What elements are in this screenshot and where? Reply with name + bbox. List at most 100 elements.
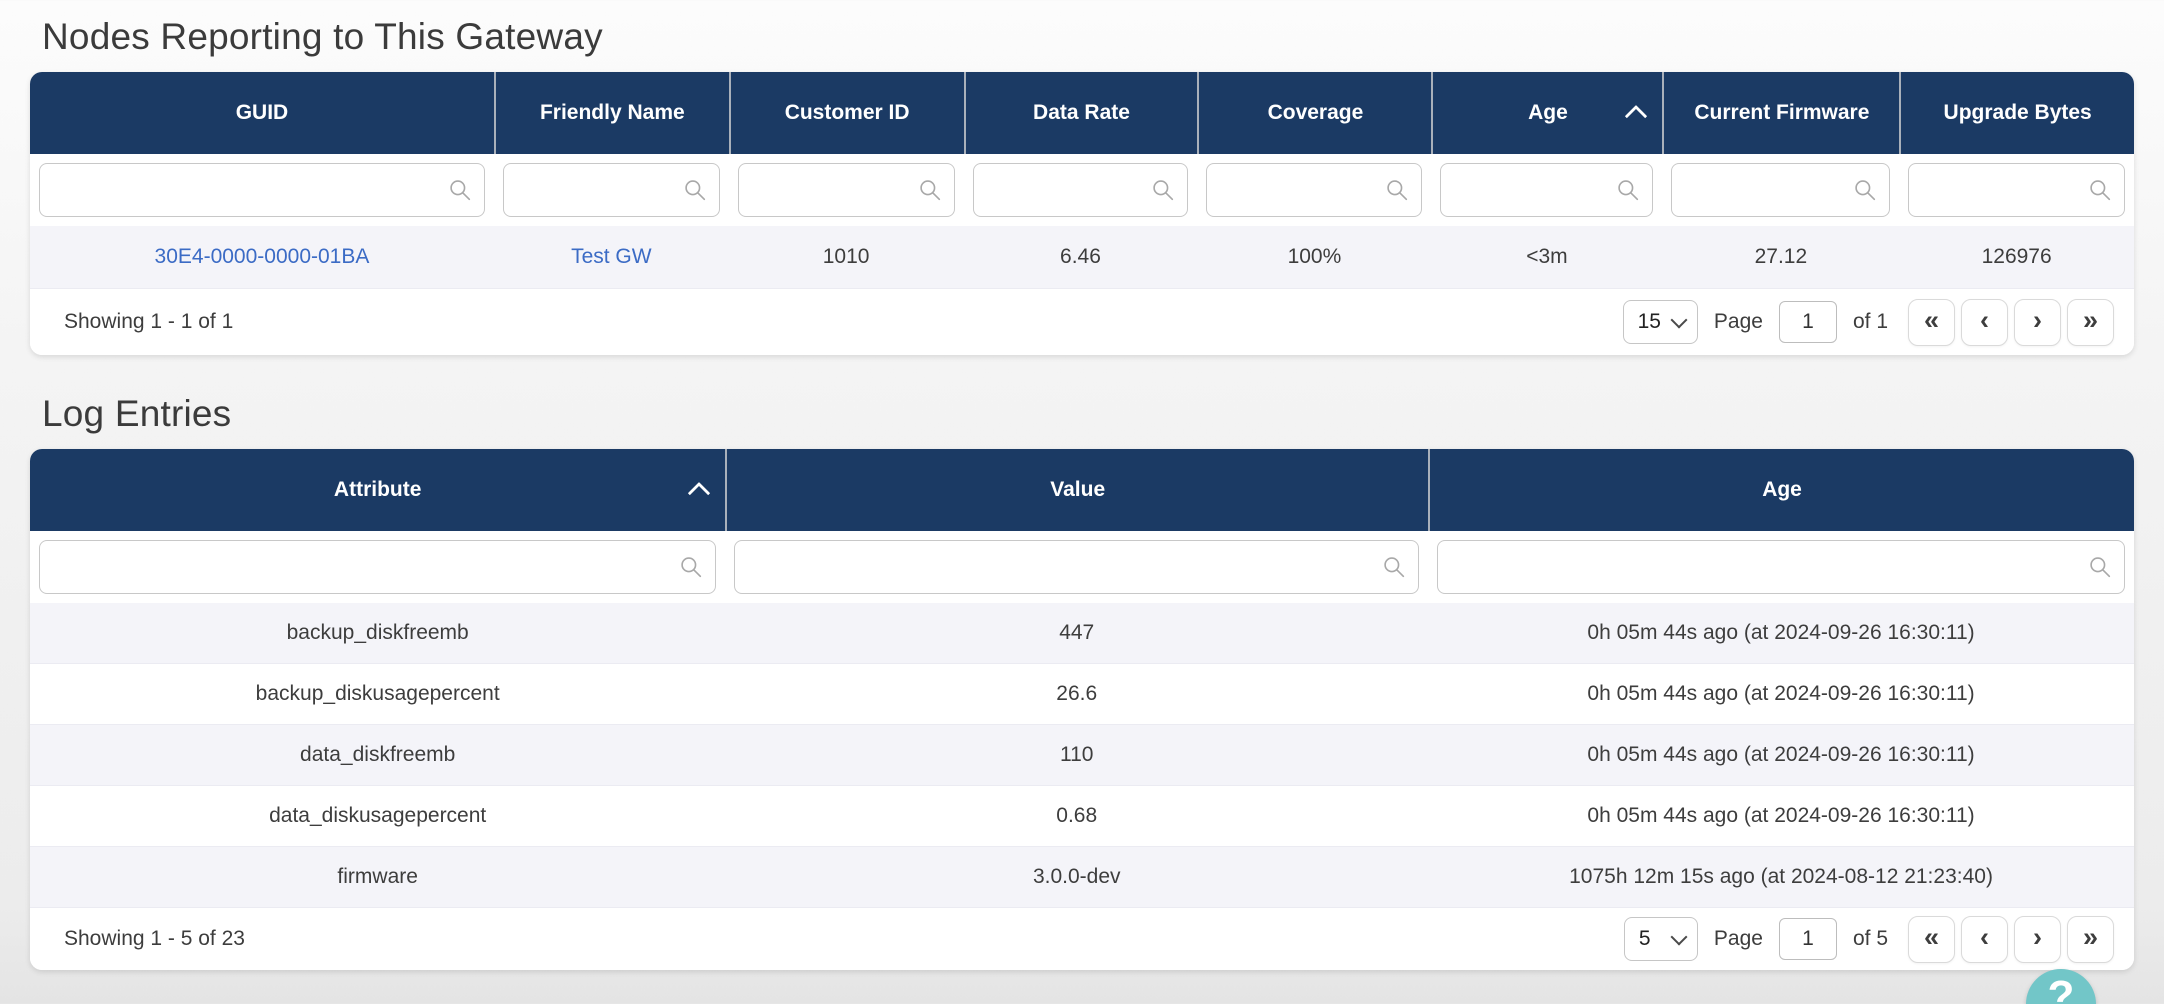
filter-cell <box>1899 163 2134 217</box>
filter-input-box <box>1671 163 1890 217</box>
table-cell: 27.12 <box>1662 245 1899 269</box>
first-page-button[interactable]: « <box>1908 299 1955 346</box>
filter-cell <box>1662 163 1899 217</box>
pagination-controls: 5 Page of 5 « ‹ › » <box>1624 916 2114 963</box>
attribute-filter-input[interactable] <box>40 541 715 593</box>
sort-ascending-icon <box>1625 105 1648 128</box>
column-header-label: Age <box>1528 101 1568 125</box>
column-header-label: Customer ID <box>785 101 910 125</box>
filter-cell <box>964 163 1198 217</box>
next-page-button[interactable]: › <box>2014 299 2061 346</box>
prev-page-button[interactable]: ‹ <box>1961 299 2008 346</box>
filter-input-box <box>1437 540 2125 594</box>
page-size-select[interactable]: 15 <box>1623 300 1698 344</box>
table-cell: 0h 05m 44s ago (at 2024-09-26 16:30:11) <box>1428 682 2134 706</box>
filter-input-box <box>39 163 485 217</box>
chevron-down-icon <box>1670 312 1687 329</box>
last-page-button[interactable]: » <box>2067 299 2114 346</box>
page: Nodes Reporting to This Gateway GUID Frie… <box>0 16 2164 970</box>
table-cell: <3m <box>1431 245 1662 269</box>
page-size-value: 5 <box>1639 927 1651 951</box>
search-icon <box>2087 554 2113 580</box>
nodes-table-body: 30E4-0000-0000-01BATest GW10106.46100%<3… <box>30 226 2134 289</box>
page-size-select[interactable]: 5 <box>1624 917 1698 961</box>
first-page-button[interactable]: « <box>1908 916 1955 963</box>
table-cell: 6.46 <box>964 245 1198 269</box>
search-icon <box>1852 177 1878 203</box>
page-label: Page <box>1714 927 1763 951</box>
column-header-label: Friendly Name <box>540 101 685 125</box>
column-header-age[interactable]: Age <box>1428 449 2134 531</box>
column-header-value[interactable]: Value <box>725 449 1428 531</box>
search-icon <box>447 177 473 203</box>
cell-link[interactable]: 30E4-0000-0000-01BA <box>30 245 494 269</box>
search-icon <box>1615 177 1641 203</box>
sort-ascending-icon <box>688 482 711 505</box>
search-icon <box>2087 177 2113 203</box>
filter-cell <box>494 163 729 217</box>
filter-input-box <box>973 163 1189 217</box>
table-row: firmware3.0.0-dev1075h 12m 15s ago (at 2… <box>30 847 2134 908</box>
column-header-upgrade-bytes[interactable]: Upgrade Bytes <box>1899 72 2134 154</box>
cell-link[interactable]: Test GW <box>494 245 729 269</box>
filter-cell <box>1431 163 1662 217</box>
column-header-guid[interactable]: GUID <box>30 72 494 154</box>
table-cell: 1010 <box>729 245 964 269</box>
value-filter-input[interactable] <box>735 541 1418 593</box>
age-filter-input[interactable] <box>1438 541 2124 593</box>
filter-cell <box>1197 163 1431 217</box>
column-header-label: Age <box>1762 478 1802 502</box>
showing-label: Showing 1 - 5 of 23 <box>50 927 245 951</box>
table-cell: 26.6 <box>725 682 1428 706</box>
nodes-table-title: Nodes Reporting to This Gateway <box>42 16 2134 58</box>
filter-input-box <box>39 540 716 594</box>
nodes-table-pagination-bar: Showing 1 - 1 of 1 15 Page of 1 « ‹ › » <box>30 289 2134 355</box>
table-row: backup_diskfreemb4470h 05m 44s ago (at 2… <box>30 603 2134 664</box>
filter-input-box <box>1206 163 1422 217</box>
column-header-label: Attribute <box>334 478 422 502</box>
table-cell: 100% <box>1197 245 1431 269</box>
next-page-button[interactable]: › <box>2014 916 2061 963</box>
search-icon <box>1381 554 1407 580</box>
column-header-coverage[interactable]: Coverage <box>1197 72 1431 154</box>
filter-input-box <box>503 163 720 217</box>
column-header-label: Current Firmware <box>1694 101 1869 125</box>
column-header-friendly-name[interactable]: Friendly Name <box>494 72 729 154</box>
page-number-input[interactable] <box>1779 301 1837 343</box>
table-cell: 126976 <box>1899 245 2134 269</box>
column-header-attribute[interactable]: Attribute <box>30 449 725 531</box>
table-cell: 3.0.0-dev <box>725 865 1428 889</box>
table-row: data_diskusagepercent0.680h 05m 44s ago … <box>30 786 2134 847</box>
search-icon <box>1384 177 1410 203</box>
filter-input-box <box>1440 163 1653 217</box>
search-icon <box>678 554 704 580</box>
table-cell: firmware <box>30 865 725 889</box>
column-header-data-rate[interactable]: Data Rate <box>964 72 1198 154</box>
pagination-controls: 15 Page of 1 « ‹ › » <box>1623 299 2114 346</box>
log-table-header-row: Attribute Value Age <box>30 449 2134 531</box>
table-cell: 1075h 12m 15s ago (at 2024-08-12 21:23:4… <box>1428 865 2134 889</box>
table-cell: backup_diskusagepercent <box>30 682 725 706</box>
page-label: Page <box>1714 310 1763 334</box>
filter-input-box <box>738 163 955 217</box>
log-table-title: Log Entries <box>42 393 2134 435</box>
filter-cell <box>729 163 964 217</box>
column-header-age[interactable]: Age <box>1431 72 1662 154</box>
guid-filter-input[interactable] <box>40 164 484 216</box>
page-number-input[interactable] <box>1779 918 1837 960</box>
search-icon <box>682 177 708 203</box>
table-cell: 447 <box>725 621 1428 645</box>
column-header-label: GUID <box>236 101 289 125</box>
last-page-button[interactable]: » <box>2067 916 2114 963</box>
column-header-customer-id[interactable]: Customer ID <box>729 72 964 154</box>
column-header-label: Value <box>1050 478 1105 502</box>
page-count-label: of 1 <box>1853 310 1888 334</box>
help-button[interactable]: ? <box>2026 969 2096 1004</box>
prev-page-button[interactable]: ‹ <box>1961 916 2008 963</box>
log-table-filter-row <box>30 531 2134 603</box>
table-row: data_diskfreemb1100h 05m 44s ago (at 202… <box>30 725 2134 786</box>
log-table-body: backup_diskfreemb4470h 05m 44s ago (at 2… <box>30 603 2134 908</box>
column-header-current-firmware[interactable]: Current Firmware <box>1662 72 1899 154</box>
page-size-value: 15 <box>1638 310 1661 334</box>
table-row: backup_diskusagepercent26.60h 05m 44s ag… <box>30 664 2134 725</box>
